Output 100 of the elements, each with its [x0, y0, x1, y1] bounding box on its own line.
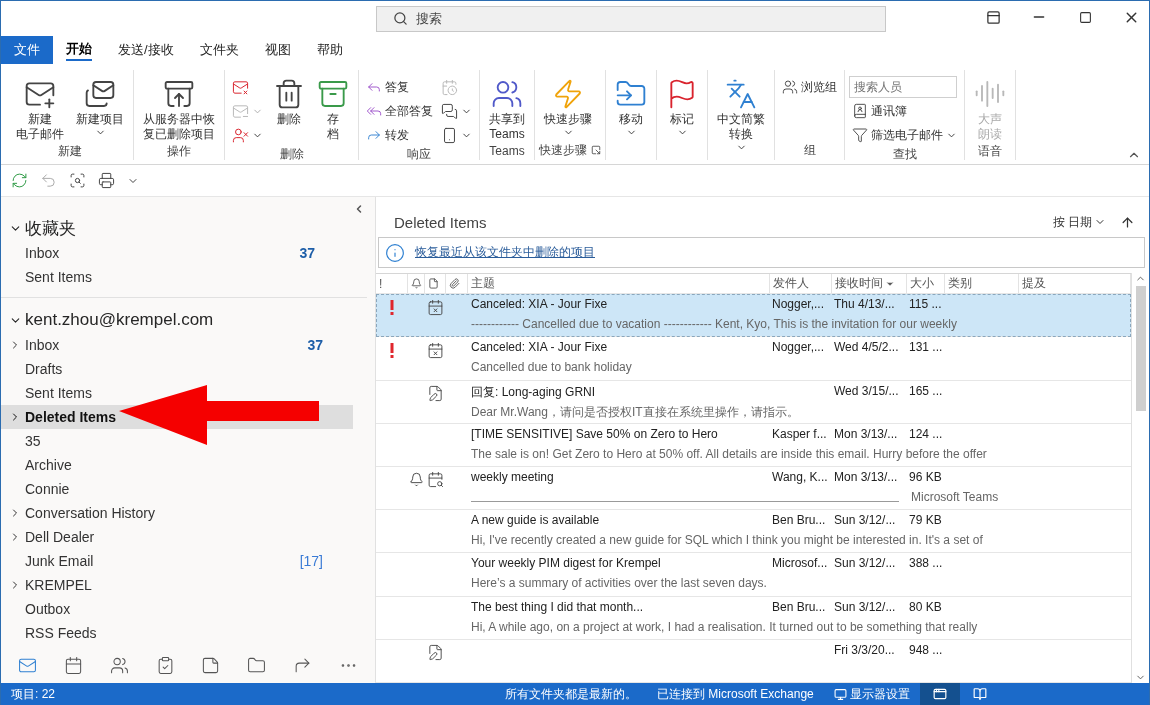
ribbon-tab[interactable]: 文件 [1, 36, 53, 64]
folder-item[interactable]: Archive [1, 453, 353, 477]
message-date: Sun 3/12/... [833, 599, 896, 616]
ribbon-button[interactable]: 新建 电子邮件 [11, 76, 69, 142]
column-header[interactable]: 主题 [468, 274, 770, 294]
message-preview: Here’s a summary of activities over the last seven days. [470, 576, 767, 593]
ribbon-button[interactable]: 转发 [363, 124, 436, 146]
ribbon-tab[interactable]: 视图 [251, 36, 304, 64]
item-total: 项目: 22 [10, 685, 56, 703]
group-label: 新建 [58, 142, 82, 160]
column-header[interactable]: 接收时间 [832, 274, 907, 294]
ribbon-tab[interactable]: 帮助 [303, 36, 356, 64]
message-row[interactable]: Fri 3/3/20... 948 ... [376, 639, 1131, 683]
message-row[interactable]: Your weekly PIM digest for Krempel Microsof... Sun 3/12/... 388 ... Here’s a summary of activities over the last seven days. [376, 553, 1131, 597]
folder-item[interactable]: 35 [1, 429, 353, 453]
message-size: 115 ... [908, 297, 942, 314]
display-settings-button[interactable]: 显示器设置 [823, 685, 920, 703]
message-subject: [TIME SENSITIVE] Save 50% on Zero to Hero [470, 426, 719, 443]
message-date: Fri 3/3/20... [833, 642, 895, 659]
people-icon[interactable] [109, 655, 129, 675]
ribbon-button[interactable]: 通讯簿 [849, 100, 960, 122]
note-icon[interactable] [201, 655, 221, 675]
ribbon-button[interactable]: 删除 [268, 76, 310, 146]
column-header[interactable]: ! [376, 274, 408, 294]
message-row[interactable]: 回复: Long-aging GRNI Wed 3/15/... 165 ... Dear Mr.Wang，请问是否授权IT直接在系统里操作，请指示。 [376, 380, 1131, 424]
message-date: Sun 3/12/... [833, 513, 896, 530]
column-header[interactable]: 大小 [907, 274, 945, 294]
message-row[interactable]: [TIME SENSITIVE] Save 50% on Zero to Hero Kasper f... Mon 3/13/... 124 ... The sale is on! Get Zero to Hero at 50% off. All details are inside this email. Hurry before the offer [376, 423, 1131, 467]
folder-item[interactable]: Connie [1, 477, 353, 501]
message-preview: Dear Mr.Wang，请问是否授权IT直接在系统里操作，请指示。 [470, 403, 799, 421]
folder-item[interactable]: Junk Email [17] [1, 549, 353, 573]
folder-icon[interactable] [247, 655, 267, 675]
restore-link[interactable]: 恢复最近从该文件夹中删除的项目 [415, 244, 595, 261]
group-label: 语音 [978, 142, 1002, 160]
column-header[interactable]: 类别 [945, 274, 1019, 294]
message-date: Mon 3/13/... [833, 469, 898, 486]
ribbon-display-icon[interactable] [985, 9, 1001, 25]
message-preview: Hi, I've recently created a new guide for SQL which I think you might be interested in. It's a set of [470, 533, 983, 550]
refresh-icon[interactable] [11, 172, 28, 189]
message-subject: 回复: Long-aging GRNI [470, 383, 597, 401]
dialog-launcher-icon[interactable] [591, 145, 601, 155]
calendar-clock-icon [441, 78, 458, 96]
folder-item[interactable]: Outbox [1, 597, 353, 621]
account-header[interactable]: 收藏夹 [25, 216, 76, 240]
folder-item[interactable]: Conversation History [1, 501, 353, 525]
reminder-column-icon[interactable] [411, 278, 422, 290]
ribbon-button[interactable]: 移动 [610, 76, 652, 140]
message-date: Wed 3/15/... [833, 383, 899, 400]
view-button[interactable] [919, 683, 960, 705]
search-icon [393, 11, 408, 26]
folder-item[interactable]: KREMPEL [1, 573, 353, 597]
folder-item[interactable]: Sent Items [1, 265, 345, 289]
folder-item[interactable]: Drafts [1, 357, 353, 381]
ribbon-button[interactable]: 标记 [661, 76, 703, 140]
ribbon-button[interactable]: 全部答复 [363, 100, 436, 122]
connection-status: 已连接到 Microsoft Exchange [656, 685, 815, 703]
type-column-icon[interactable] [428, 278, 439, 290]
print-icon[interactable] [98, 172, 115, 189]
message-row[interactable]: A new guide is available Ben Bru... Sun 3/12/... 79 KB Hi, I've recently created a new guide for SQL which I think you might be interested in. It's a set of [376, 510, 1131, 554]
ribbon-button[interactable]: 快速步骤 [539, 76, 597, 140]
calendar-icon[interactable] [64, 655, 84, 675]
folder-item[interactable]: RSS Feeds [1, 621, 353, 645]
archive-box-icon [317, 78, 349, 110]
ribbon-button[interactable]: 浏览组 [779, 76, 840, 98]
message-row[interactable]: The best thing I did that month... Ben Bru... Sun 3/12/... 80 KB Hi, A while ago, on a project at work, I had a realisation. It turned out to be something that really [376, 596, 1131, 640]
sort-dropdown[interactable]: 按 日期 [1052, 213, 1106, 231]
translate-icon [725, 78, 757, 110]
ribbon-button[interactable]: 共享到 Teams [484, 76, 530, 142]
attachment-column-icon[interactable] [449, 278, 460, 290]
ribbon-button[interactable]: 中文简繁 转换 [712, 76, 770, 153]
folder-item[interactable]: Dell Dealer [1, 525, 353, 549]
message-sender: Ben Bru... [771, 599, 826, 616]
people-icon [491, 78, 523, 110]
filter-icon [852, 127, 868, 143]
search-field[interactable]: 搜索 [376, 5, 886, 32]
folder-item[interactable]: Sent Items [1, 381, 353, 405]
message-sender: Wang, K... [771, 469, 828, 486]
column-header[interactable]: 提及 [1019, 274, 1131, 294]
ribbon-button[interactable]: 存 档 [312, 76, 354, 146]
ribbon-button[interactable]: 从服务器中恢 复已删除项目 [138, 76, 220, 142]
message-preview: Hi, A while ago, on a project at work, I had a realisation. It turned out to be something that really [470, 619, 978, 636]
column-header[interactable]: 发件人 [770, 274, 832, 294]
ribbon-button[interactable]: 筛选电子邮件 [849, 124, 960, 146]
message-sender: Microsof... [771, 556, 828, 573]
account-header[interactable]: kent.zhou@krempel.com [25, 310, 214, 330]
maximize-icon[interactable] [1078, 10, 1092, 24]
mail-block-icon [232, 78, 249, 96]
ribbon-button[interactable]: 新建项目 [71, 76, 129, 142]
ribbon-tab[interactable]: 开始 [53, 36, 105, 64]
message-date: Mon 3/13/... [833, 426, 898, 443]
ribbon-tab[interactable]: 文件夹 [186, 36, 252, 64]
message-row[interactable]: Canceled: XIA - Jour Fixe Nogger,... Thu 4/13/... 115 ... ------------ Cancelled due to vacation ------------ Kent, Kyo, This is the invitation for our weekly [376, 294, 1131, 338]
people-search-field[interactable]: 搜索人员 [849, 76, 957, 98]
folder-item[interactable]: Inbox 37 [1, 241, 345, 265]
ribbon-tab[interactable]: 发送/接收 [105, 36, 187, 64]
folder-item[interactable]: Inbox 37 [1, 333, 353, 357]
message-row[interactable]: Canceled: XIA - Jour Fixe Nogger,... Wed 4/5/2... 131 ... Cancelled due to bank holiday [376, 337, 1131, 381]
message-row[interactable]: weekly meeting Wang, K... Mon 3/13/... 96 KB Microsoft Teams [376, 466, 1131, 511]
scroll-thumb[interactable] [1135, 286, 1146, 411]
ribbon-button[interactable]: 答复 [363, 76, 436, 98]
